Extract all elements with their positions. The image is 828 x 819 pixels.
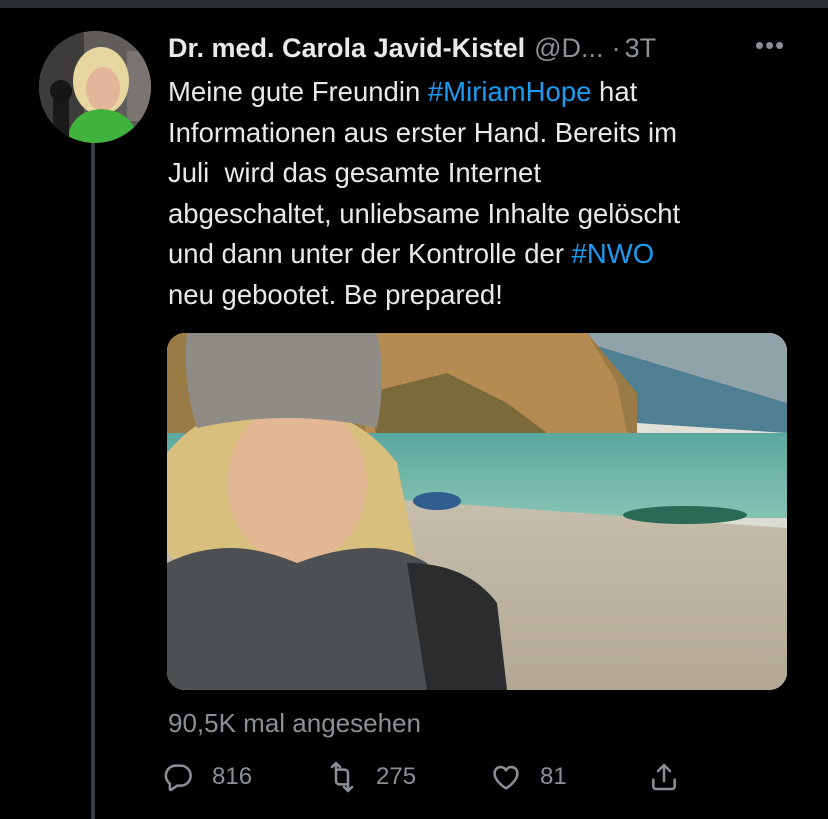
share-button[interactable] bbox=[648, 757, 698, 797]
reply-icon bbox=[164, 764, 192, 792]
tweet-text-part: neu gebootet. Be prepared! bbox=[168, 278, 503, 310]
separator-dot: · bbox=[611, 32, 621, 63]
tweet-text-part: und dann unter der Kontrolle der bbox=[168, 238, 572, 269]
timestamp[interactable]: 3T bbox=[625, 33, 657, 64]
tweet-text-part: hat bbox=[591, 76, 638, 107]
like-button[interactable]: 81 bbox=[490, 757, 567, 797]
avatar[interactable] bbox=[39, 31, 151, 143]
tweet-text-part: abgeschaltet, unliebsame Inhalte gelösch… bbox=[168, 197, 681, 229]
author-name[interactable]: Dr. med. Carola Javid-Kistel bbox=[168, 33, 525, 64]
share-icon bbox=[652, 763, 676, 791]
like-icon bbox=[493, 765, 519, 790]
tweet-text-part: Juli wird das gesamte Internet bbox=[168, 157, 541, 188]
action-bar: 816 275 81 bbox=[162, 757, 702, 797]
tweet-text: Meine gute Freundin #MiriamHope hat Info… bbox=[168, 72, 808, 315]
video-frame-image bbox=[167, 333, 787, 690]
tweet-text-line: abgeschaltet, unliebsame Inhalte gelösch… bbox=[168, 194, 808, 235]
tweet-text-line: Informationen aus erster Hand. Bereits i… bbox=[168, 113, 808, 154]
tweet-text-part: Meine gute Freundin bbox=[168, 76, 428, 107]
avatar-image bbox=[39, 31, 151, 143]
reply-count: 816 bbox=[212, 763, 253, 790]
retweet-icon bbox=[330, 761, 354, 793]
retweet-count: 275 bbox=[376, 763, 417, 790]
like-count: 81 bbox=[540, 763, 567, 790]
view-count: 90,5K mal angesehen bbox=[168, 708, 421, 738]
top-divider bbox=[0, 0, 828, 8]
more-icon[interactable]: ••• bbox=[752, 30, 788, 60]
thread-connector-line bbox=[91, 140, 95, 819]
tweet-text-line: Juli wird das gesamte Internet bbox=[168, 153, 808, 194]
tweet-text-part: Informationen aus erster Hand. Bereits i… bbox=[168, 116, 677, 148]
tweet-text-line: neu gebootet. Be prepared! bbox=[168, 275, 808, 316]
retweet-button[interactable]: 275 bbox=[326, 757, 416, 797]
reply-button[interactable]: 816 bbox=[162, 757, 252, 797]
hashtag-link[interactable]: #MiriamHope bbox=[428, 76, 592, 107]
tweet-text-line: Meine gute Freundin #MiriamHope hat bbox=[168, 72, 808, 113]
tweet-header: Dr. med. Carola Javid-Kistel @D... · 3T bbox=[168, 28, 656, 68]
video-media[interactable] bbox=[167, 333, 787, 690]
author-handle[interactable]: @D... bbox=[534, 33, 603, 64]
hashtag-link[interactable]: #NWO bbox=[572, 238, 655, 269]
tweet-text-line: und dann unter der Kontrolle der #NWO bbox=[168, 234, 808, 275]
